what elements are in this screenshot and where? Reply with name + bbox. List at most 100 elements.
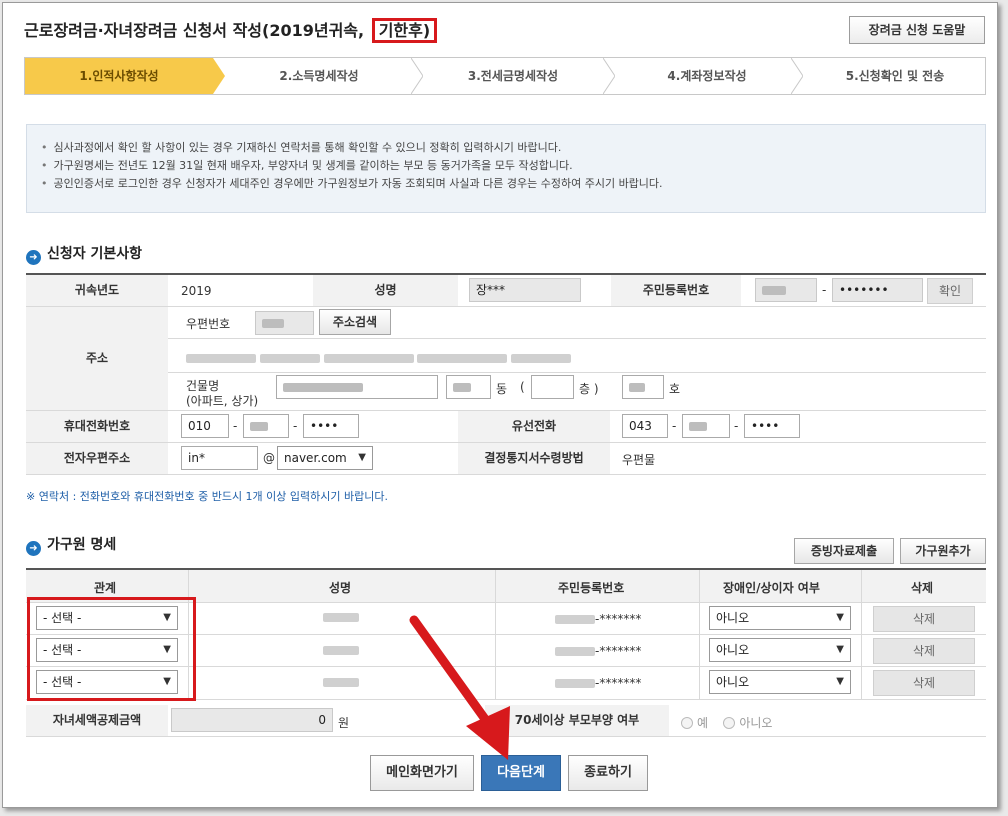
row-divider (168, 338, 986, 339)
page-title-highlight: 기한후) (371, 18, 438, 43)
masked-value (689, 422, 707, 431)
delete-member-button[interactable]: 삭제 (873, 638, 975, 664)
member-name-masked (323, 675, 359, 689)
submit-evidence-button[interactable]: 증빙자료제출 (794, 538, 894, 564)
landline-label: 유선전화 (458, 411, 610, 442)
landline-prefix-field[interactable]: 043 (622, 414, 668, 438)
ho-field[interactable] (622, 375, 664, 399)
masked-value (283, 383, 363, 392)
member-rrn: -******* (555, 612, 641, 626)
step-arrow-icon (411, 58, 423, 94)
building-dong-field[interactable] (446, 375, 491, 399)
rrn-back-field[interactable]: ••••••• (832, 278, 923, 302)
row-divider (26, 474, 986, 475)
help-button[interactable]: 장려금 신청 도움말 (849, 16, 985, 44)
rrn-confirm-button[interactable]: 확인 (927, 278, 973, 304)
masked-value (250, 422, 268, 431)
annotation-arrow-icon (409, 615, 510, 760)
step-arrow-icon (603, 58, 615, 94)
parent-support-yes-label: 예 (697, 716, 709, 730)
mobile-middle-field[interactable] (243, 414, 289, 438)
year-value: 2019 (181, 284, 212, 298)
add-household-member-button[interactable]: 가구원추가 (900, 538, 986, 564)
annotation-highlight-box (27, 597, 196, 701)
disabled-status-select[interactable]: 아니오 ▼ (709, 606, 851, 630)
member-name-masked (323, 610, 359, 624)
dash-separator: - (233, 419, 238, 433)
parent-support-no-radio[interactable] (723, 717, 736, 729)
masked-value (186, 354, 256, 363)
header-rrn: 주민등록번호 (558, 581, 625, 595)
step-4: 4.계좌정보작성 (667, 69, 747, 83)
delete-member-button[interactable]: 삭제 (873, 670, 975, 696)
address-search-button[interactable]: 주소검색 (319, 309, 391, 335)
exit-button[interactable]: 종료하기 (568, 755, 648, 791)
email-id-field[interactable]: in* (181, 446, 258, 470)
contact-note: ※ 연락처 : 전화번호와 휴대전화번호 중 반드시 1개 이상 입력하시기 바… (26, 490, 388, 503)
masked-value (555, 647, 595, 656)
applicant-section-title: ➜ 신청자 기본사항 (26, 243, 142, 265)
masked-value (323, 354, 414, 363)
masked-value (453, 383, 471, 392)
dash-separator: - (293, 419, 298, 433)
name-label: 성명 (313, 275, 458, 306)
column-divider (699, 570, 700, 700)
rrn-label: 주민등록번호 (611, 275, 741, 306)
table-top-border (26, 273, 986, 275)
member-rrn-back: -******* (595, 676, 642, 690)
building-sublabel: (아파트, 상가) (186, 394, 259, 408)
dong-label: 동 (496, 382, 508, 396)
disabled-status-select[interactable]: 아니오 ▼ (709, 638, 851, 662)
page-title: 근로장려금·자녀장려금 신청서 작성(2019년귀속, 기한후) (24, 17, 438, 43)
row-divider (26, 306, 986, 307)
chevron-down-icon: ▼ (836, 612, 844, 623)
application-window: 근로장려금·자녀장려금 신청서 작성(2019년귀속, 기한후) 장려금 신청 … (2, 2, 998, 808)
email-domain-value: naver.com (284, 451, 347, 465)
chevron-down-icon: ▼ (358, 452, 366, 463)
masked-value (417, 354, 508, 363)
household-section-title-text: 가구원 명세 (47, 537, 117, 553)
parent-support-yes-radio[interactable] (681, 717, 693, 729)
step-arrow-icon (791, 58, 803, 94)
masked-value (259, 354, 320, 363)
member-rrn: -******* (555, 644, 641, 658)
masked-value (762, 286, 786, 295)
landline-middle-field[interactable] (682, 414, 730, 438)
step-1: 1.인적사항작성 (25, 58, 213, 94)
name-field[interactable]: 장*** (469, 278, 581, 302)
child-tax-credit-label: 자녀세액공제금액 (26, 705, 168, 736)
applicant-section-title-text: 신청자 기본사항 (47, 246, 143, 262)
masked-value (555, 679, 595, 688)
page-title-text: 근로장려금·자녀장려금 신청서 작성(2019년귀속, (24, 21, 365, 40)
masked-value (323, 646, 359, 655)
floor-label: 층 ) (579, 382, 599, 396)
notice-item: 가구원명세는 전년도 12월 31일 현재 배우자, 부양자녀 및 생계를 같이… (41, 157, 985, 175)
mobile-last-field[interactable]: •••• (303, 414, 359, 438)
landline-last-field[interactable]: •••• (744, 414, 800, 438)
notice-item: 심사과정에서 확인 할 사항이 있는 경우 기재하신 연락처를 통해 확인할 수… (41, 139, 985, 157)
arrow-right-icon: ➜ (26, 250, 41, 265)
delete-member-button[interactable]: 삭제 (873, 606, 975, 632)
postcode-field[interactable] (255, 311, 314, 335)
header-delete: 삭제 (911, 581, 934, 595)
floor-field[interactable] (531, 375, 574, 399)
masked-value (323, 613, 359, 622)
header-relation: 관계 (94, 581, 117, 595)
disabled-status-select[interactable]: 아니오 ▼ (709, 670, 851, 694)
building-name-field[interactable] (276, 375, 438, 399)
child-tax-credit-field[interactable]: 0 (171, 708, 333, 732)
row-divider (168, 372, 986, 373)
member-name-masked (323, 643, 359, 657)
member-rrn-back: -******* (595, 612, 642, 626)
notify-method-label: 결정통지서수령방법 (458, 443, 610, 474)
header-name: 성명 (329, 581, 352, 595)
email-domain-select[interactable]: naver.com ▼ (277, 446, 373, 470)
notify-method-value: 우편물 (622, 453, 656, 467)
member-rrn-back: -******* (595, 644, 642, 658)
rrn-front-field[interactable] (755, 278, 817, 302)
mobile-prefix-field[interactable]: 010 (181, 414, 229, 438)
ho-label: 호 (669, 382, 681, 396)
parent-support-no-label: 아니오 (739, 716, 773, 730)
notice-item: 공인인증서로 로그인한 경우 신청자가 세대주인 경우에만 가구원정보가 자동 … (41, 175, 985, 193)
household-section-title: ➜ 가구원 명세 (26, 534, 116, 556)
